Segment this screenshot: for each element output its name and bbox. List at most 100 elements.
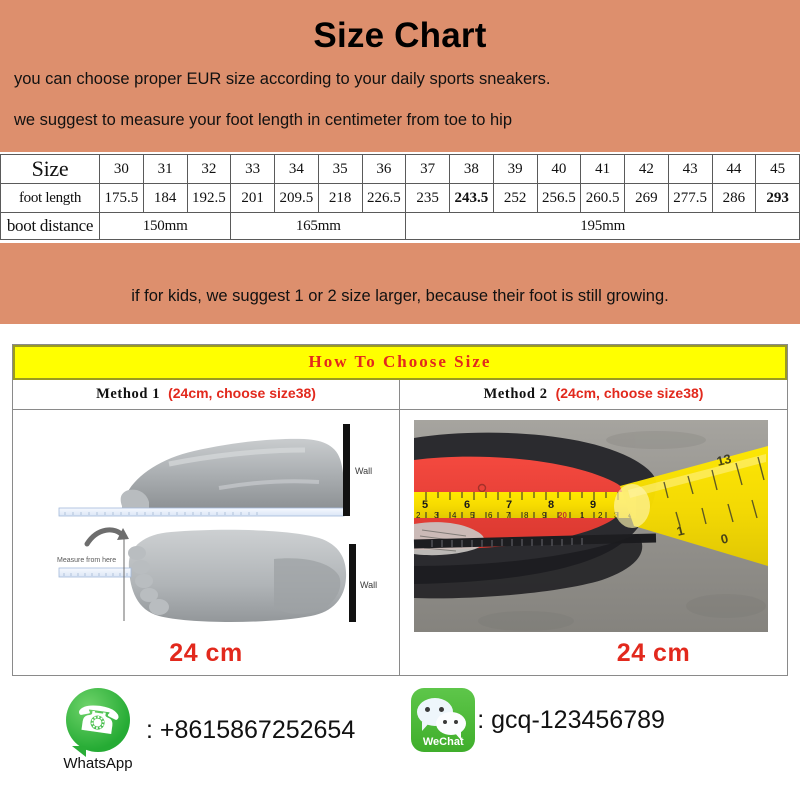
row-label-size: Size [0, 154, 100, 184]
foot-length-cell: 209.5 [274, 183, 319, 213]
contact-wechat[interactable]: WeChat : gcq-123456789 [411, 688, 665, 752]
chat-bubble-small-icon [436, 712, 467, 740]
measure-from-here-label: Measure from here [57, 557, 116, 564]
foot-diagram-svg: Wall Measure from here Wall [57, 424, 377, 622]
svg-text:8: 8 [548, 499, 554, 511]
size-cell: 30 [99, 154, 144, 184]
whatsapp-icon: ☎ [66, 688, 130, 757]
method-2-header: Method 2 (24cm, choose size38) [400, 380, 787, 409]
table-row-size: Size 30 31 32 33 34 35 36 37 38 39 40 41… [0, 154, 800, 184]
method-2-title: Method 2 [483, 386, 548, 402]
svg-text:9: 9 [542, 511, 547, 520]
contact-whatsapp[interactable]: ☎ WhatsApp : +8615867252654 [52, 688, 355, 772]
phone-handset-icon: ☎ [73, 696, 124, 743]
size-cell: 32 [186, 154, 232, 184]
foot-length-cell: 252 [492, 183, 538, 213]
svg-text:20: 20 [558, 511, 567, 520]
whatsapp-label: WhatsApp [63, 755, 133, 772]
svg-text:8: 8 [524, 511, 529, 520]
foot-length-cell: 184 [142, 183, 188, 213]
method-2-panel: 7# [400, 410, 787, 675]
whatsapp-number[interactable]: : +8615867252654 [146, 716, 355, 745]
size-cell: 39 [492, 154, 538, 184]
foot-length-cell: 175.5 [99, 183, 144, 213]
wechat-icon: WeChat [411, 688, 476, 752]
foot-length-cell: 260.5 [580, 183, 625, 213]
method-1-title: Method 1 [96, 386, 161, 402]
size-cell: 36 [361, 154, 407, 184]
foot-length-cell: 293 [755, 183, 800, 213]
wechat-label: WeChat [422, 736, 464, 748]
size-cell: 41 [580, 154, 625, 184]
svg-text:9: 9 [590, 499, 596, 511]
methods-body-row: Wall Measure from here Wall 24 cm 5 6 7 … [13, 410, 787, 675]
wall-bar-bottom [349, 544, 356, 622]
size-cell: 35 [317, 154, 363, 184]
row-label-foot-length: foot length [0, 183, 100, 213]
foot-side-shape [122, 438, 345, 508]
wall-label-top: Wall [355, 466, 372, 476]
svg-text:1: 1 [580, 511, 585, 520]
size-cell: 43 [667, 154, 713, 184]
boot-distance-cell: 150mm [98, 212, 232, 240]
shoe-photo-svg: 7# [413, 420, 768, 632]
size-cell: 37 [405, 154, 450, 184]
measure-arrow [84, 527, 126, 547]
whatsapp-logo-group: ☎ WhatsApp [52, 688, 144, 772]
page-title: Size Chart [313, 16, 487, 55]
row-label-boot-distance: boot distance [0, 212, 100, 240]
foot-length-cell: 192.5 [186, 183, 232, 213]
shoe-tape-photo: 7# [406, 416, 781, 638]
foot-length-cell: 277.5 [667, 183, 713, 213]
svg-text:3: 3 [434, 511, 439, 520]
method-2-note: (24cm, choose size38) [555, 385, 704, 401]
method-1-result: 24 cm [169, 639, 243, 667]
size-cell: 38 [449, 154, 494, 184]
how-to-choose-banner: How To Choose Size [13, 345, 787, 380]
boot-distance-cell: 165mm [230, 212, 407, 240]
header-subtitle-1: you can choose proper EUR size according… [14, 70, 551, 88]
foot-length-cell: 218 [317, 183, 363, 213]
svg-text:2: 2 [416, 511, 421, 520]
method-1-panel: Wall Measure from here Wall 24 cm [13, 410, 400, 675]
method-1-note: (24cm, choose size38) [168, 385, 316, 401]
size-cell: 40 [536, 154, 582, 184]
foot-length-cell: 235 [405, 183, 450, 213]
chooser-box: How To Choose Size Method 1 (24cm, choose… [12, 344, 788, 676]
ruler-top [58, 507, 345, 517]
svg-text:6: 6 [488, 511, 493, 520]
foot-length-cell: 256.5 [536, 183, 582, 213]
wall-label-bottom: Wall [360, 580, 377, 590]
method-2-result: 24 cm [616, 639, 691, 667]
size-cell: 34 [274, 154, 319, 184]
contact-section: ☎ WhatsApp : +8615867252654 WeChat : gcq… [0, 676, 800, 772]
wall-bar-top [343, 424, 350, 516]
svg-text:7: 7 [506, 511, 511, 520]
svg-text:6: 6 [464, 499, 470, 511]
table-row-boot-distance: boot distance 150mm 165mm 195mm [0, 212, 800, 240]
size-table-container: Size 30 31 32 33 34 35 36 37 38 39 40 41… [0, 152, 800, 243]
svg-text:7: 7 [506, 499, 512, 511]
size-cell: 31 [142, 154, 188, 184]
foot-length-cell: 201 [230, 183, 275, 213]
header-section: Size Chart you can choose proper EUR siz… [0, 0, 800, 324]
header-footnote: if for kids, we suggest 1 or 2 size larg… [131, 287, 669, 305]
table-row-foot-length: foot length 175.5 184 192.5 201 209.5 21… [0, 183, 800, 213]
size-cell: 44 [711, 154, 757, 184]
svg-text:5: 5 [470, 511, 475, 520]
how-to-choose-section: How To Choose Size Method 1 (24cm, choose… [0, 324, 800, 676]
svg-text:4: 4 [452, 511, 457, 520]
size-cell: 33 [230, 154, 275, 184]
wechat-id[interactable]: : gcq-123456789 [477, 706, 665, 735]
foot-length-cell: 286 [711, 183, 757, 213]
svg-text:5: 5 [422, 499, 428, 511]
foot-measure-diagram: Wall Measure from here Wall [19, 416, 393, 638]
method-1-header: Method 1 (24cm, choose size38) [13, 380, 400, 409]
foot-length-cell: 243.5 [449, 183, 494, 213]
foot-length-cell: 269 [624, 183, 669, 213]
size-cell: 42 [624, 154, 669, 184]
size-cell: 45 [755, 154, 800, 184]
foot-length-cell: 226.5 [361, 183, 407, 213]
svg-text:2: 2 [598, 511, 603, 520]
boot-distance-cell: 195mm [405, 212, 800, 240]
